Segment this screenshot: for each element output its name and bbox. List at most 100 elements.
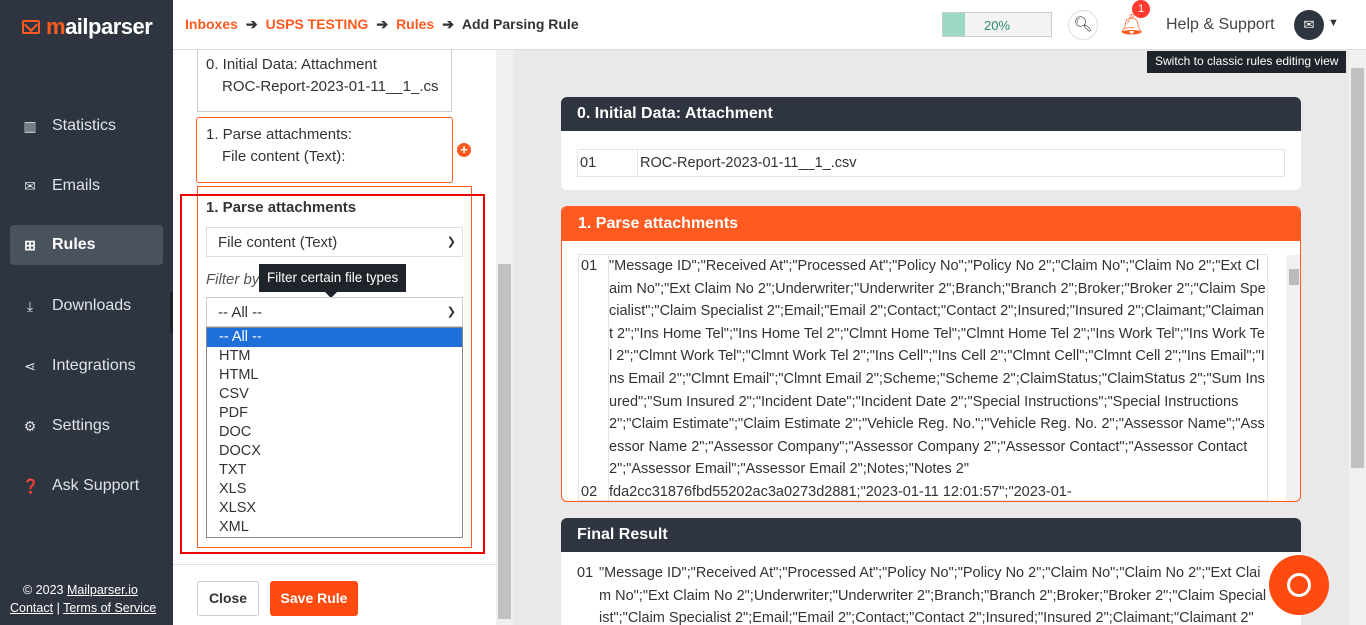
sidebar-item-label: Settings <box>52 417 110 434</box>
notification-badge: 1 <box>1132 0 1150 18</box>
sidebar-item-integrations[interactable]: ⋖ Integrations <box>10 346 163 386</box>
filter-tooltip: Filter certain file types <box>259 264 407 298</box>
final-result-card: Final Result 01 "Message ID";"Received A… <box>561 518 1301 625</box>
help-support-link[interactable]: Help & Support <box>1166 16 1275 34</box>
breadcrumb-current: Add Parsing Rule <box>461 16 579 32</box>
sidebar-item-settings[interactable]: ⚙ Settings <box>10 406 163 446</box>
main-scrollbar[interactable] <box>1349 50 1366 625</box>
option-doc[interactable]: DOC <box>207 423 462 442</box>
save-rule-button[interactable]: Save Rule <box>270 581 358 616</box>
option-xls[interactable]: XLS <box>207 480 462 499</box>
option-xml[interactable]: XML <box>207 518 462 537</box>
add-step-icon[interactable]: + <box>457 143 471 157</box>
file-type-dropdown: -- All -- HTM HTML CSV PDF DOC DOCX TXT … <box>206 327 463 538</box>
topbar: Inboxes ➔ USPS TESTING ➔ Rules ➔ Add Par… <box>173 0 1366 50</box>
row-number: 01 <box>581 258 598 274</box>
mailparser-logo[interactable]: mailparser <box>22 14 153 40</box>
parsed-output: 01 "Message ID";"Received At";"Processed … <box>578 254 1268 501</box>
envelope-icon: ✉ <box>1303 17 1315 32</box>
sidebar-item-label: Integrations <box>52 357 136 374</box>
logo-prefix: m <box>46 14 66 39</box>
option-pdf[interactable]: PDF <box>207 404 462 423</box>
question-icon: ❓ <box>22 477 40 494</box>
table-row: 01 "Message ID";"Received At";"Processed… <box>577 562 1267 625</box>
option-all[interactable]: -- All -- <box>207 328 462 347</box>
arrow-right-icon: ➔ <box>245 16 258 32</box>
search-icon: 🔍︎ <box>1073 16 1093 33</box>
step-initial-data[interactable]: 0. Initial Data: Attachment ROC-Report-2… <box>197 50 452 112</box>
row-value: "Message ID";"Received At";"Processed At… <box>599 565 1267 625</box>
breadcrumb: Inboxes ➔ USPS TESTING ➔ Rules ➔ Add Par… <box>185 16 579 33</box>
step-detail: File content (Text): <box>222 148 346 165</box>
left-scrollbar[interactable] <box>496 50 513 625</box>
file-type-select[interactable]: -- All -- ❯ <box>206 297 463 327</box>
breadcrumb-rules[interactable]: Rules <box>396 16 434 33</box>
classic-view-tooltip[interactable]: Switch to classic rules editing view <box>1147 51 1347 73</box>
table-row: 01 "Message ID";"Received At";"Processed … <box>579 255 1267 481</box>
sidebar-item-statistics[interactable]: ▥ Statistics <box>10 106 163 146</box>
scrollbar-thumb[interactable] <box>1351 68 1364 468</box>
chat-launcher-button[interactable] <box>1269 555 1329 615</box>
envelope-logo-icon <box>22 20 40 34</box>
arrow-right-icon: ➔ <box>376 16 389 32</box>
editor-title: 1. Parse attachments <box>206 199 357 216</box>
row-number: 01 <box>578 150 638 176</box>
initial-data-card: 0. Initial Data: Attachment 01 ROC-Repor… <box>561 97 1301 190</box>
terms-link[interactable]: Terms of Service <box>63 601 156 615</box>
sidebar-item-ask-support[interactable]: ❓ Ask Support <box>10 466 163 506</box>
step-title: 1. Parse attachments: <box>206 126 352 143</box>
sidebar-item-emails[interactable]: ✉ Emails <box>10 166 163 206</box>
envelope-icon: ✉ <box>24 177 36 194</box>
sidebar-item-rules[interactable]: ⊞ Rules <box>10 225 163 265</box>
card-title: 1. Parse attachments <box>562 207 1300 241</box>
step-parse-attachments[interactable]: 1. Parse attachments: File content (Text… <box>196 117 453 183</box>
row-value: fda2cc31876fbd55202ac3a0273d2881;"2023-0… <box>608 480 1072 500</box>
sidebar-footer: © 2023 Mailparser.io Contact | Terms of … <box>10 581 156 617</box>
row-number: 01 <box>577 565 594 581</box>
sidebar-item-label: Statistics <box>52 117 117 134</box>
chat-bubble-icon <box>1287 573 1311 597</box>
parse-attachments-card: 1. Parse attachments 01 "Message ID";"Rec… <box>561 206 1301 502</box>
download-icon: ⤓ <box>26 297 34 314</box>
contact-link[interactable]: Contact <box>10 601 53 615</box>
share-icon: ⋖ <box>24 357 36 374</box>
output-scrollbar[interactable] <box>1286 255 1300 501</box>
scrollbar-thumb[interactable] <box>498 264 511 619</box>
breadcrumb-inbox[interactable]: USPS TESTING <box>266 16 369 33</box>
table-row: 01 ROC-Report-2023-01-11__1_.csv <box>577 149 1285 177</box>
close-button[interactable]: Close <box>197 581 259 616</box>
gear-icon: ⚙ <box>23 417 37 434</box>
search-button[interactable]: 🔍︎ <box>1068 10 1098 40</box>
sidebar: mailparser ▥ Statistics ✉ Emails ⊞ Rules ⤓ D… <box>0 0 173 625</box>
card-title: 0. Initial Data: Attachment <box>561 97 1301 131</box>
option-html[interactable]: HTML <box>207 366 462 385</box>
select-value: File content (Text) <box>218 234 338 251</box>
avatar[interactable]: ✉ <box>1294 10 1324 40</box>
sidebar-item-label: Rules <box>52 236 96 253</box>
mailparser-link[interactable]: Mailparser.io <box>67 583 138 597</box>
option-htm[interactable]: HTM <box>207 347 462 366</box>
caret-down-icon[interactable]: ▼ <box>1328 17 1339 29</box>
option-csv[interactable]: CSV <box>207 385 462 404</box>
scrollbar-thumb[interactable] <box>1289 269 1299 285</box>
chevron-down-icon: ❯ <box>446 236 456 248</box>
copyright-text: © 2023 <box>23 583 67 597</box>
breadcrumb-inboxes[interactable]: Inboxes <box>185 16 238 33</box>
row-value: "Message ID";"Received At";"Processed At… <box>608 255 1267 481</box>
row-value: ROC-Report-2023-01-11__1_.csv <box>640 155 857 171</box>
chevron-down-icon: ❯ <box>446 306 456 318</box>
sidebar-item-label: Downloads <box>52 297 132 314</box>
setup-progress[interactable]: 20% <box>942 12 1052 37</box>
content-type-select[interactable]: File content (Text) ❯ <box>206 227 463 257</box>
sidebar-item-label: Emails <box>52 177 101 194</box>
divider <box>173 564 496 565</box>
option-xlsx[interactable]: XLSX <box>207 499 462 518</box>
logo-text: ailparser <box>65 14 153 39</box>
option-txt[interactable]: TXT <box>207 461 462 480</box>
arrow-right-icon: ➔ <box>442 16 454 32</box>
sidebar-item-downloads[interactable]: ⤓ Downloads <box>10 286 163 326</box>
sidebar-item-label: Ask Support <box>52 477 140 494</box>
sitemap-icon: ⊞ <box>24 236 36 253</box>
step-title: 0. Initial Data: Attachment <box>206 56 377 73</box>
option-docx[interactable]: DOCX <box>207 442 462 461</box>
